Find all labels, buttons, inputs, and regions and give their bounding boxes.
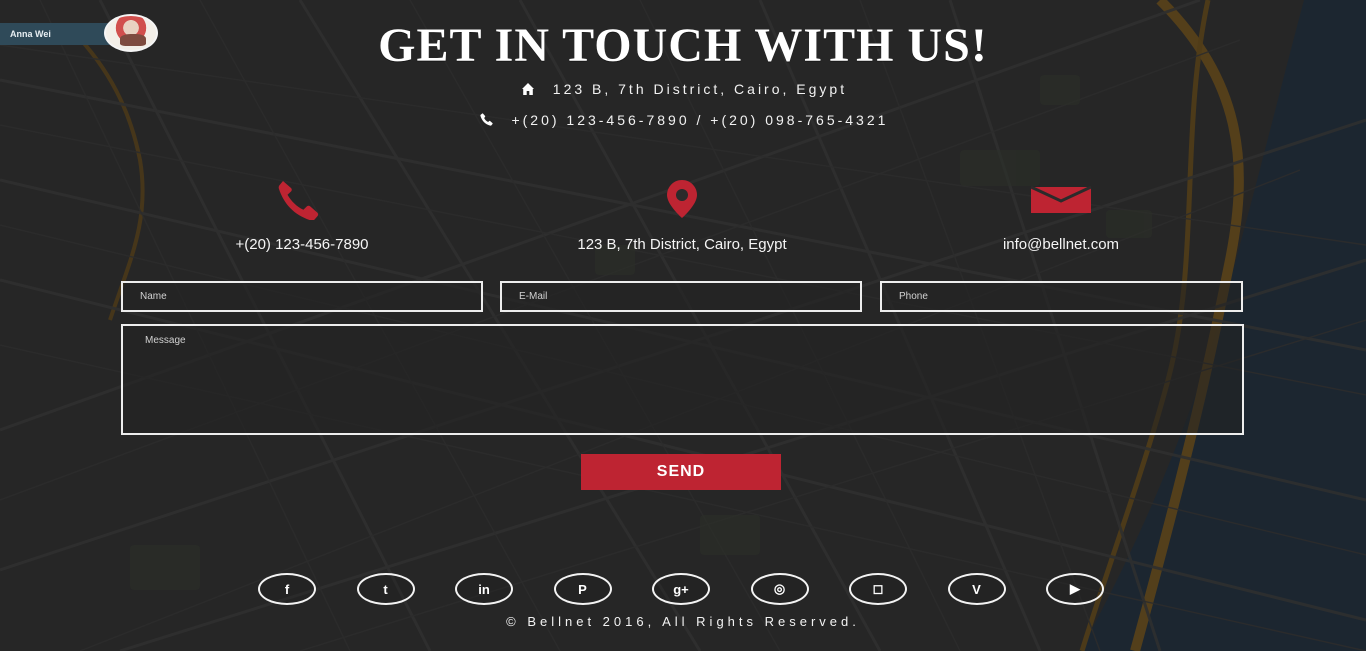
phone-icon bbox=[478, 112, 496, 130]
phone-field[interactable] bbox=[880, 281, 1243, 312]
contact-phone-card: +(20) 123-456-7890 bbox=[152, 178, 452, 253]
phone-icon bbox=[152, 178, 452, 220]
phone-numbers-text: +(20) 123-456-7890 / +(20) 098-765-4321 bbox=[511, 112, 889, 128]
contact-page: Anna Wei GET IN TOUCH WITH US! 123 B, 7t… bbox=[0, 0, 1366, 651]
google-plus-icon[interactable]: g+ bbox=[652, 573, 710, 605]
instagram-icon[interactable]: ◻ bbox=[849, 573, 907, 605]
contact-phone-text: +(20) 123-456-7890 bbox=[235, 236, 369, 253]
pinterest-icon[interactable]: P bbox=[553, 573, 612, 605]
footer-copyright: © Bellnet 2016, All Rights Reserved. bbox=[506, 614, 860, 629]
vimeo-icon[interactable]: V bbox=[947, 573, 1006, 605]
email-icon bbox=[911, 178, 1211, 220]
youtube-icon[interactable]: ▶ bbox=[1046, 573, 1104, 605]
address-text: 123 B, 7th District, Cairo, Egypt bbox=[552, 81, 848, 97]
contact-email-text: info@bellnet.com bbox=[1002, 236, 1120, 253]
facebook-icon[interactable]: f bbox=[258, 573, 316, 605]
address-line: 123 B, 7th District, Cairo, Egypt bbox=[0, 81, 1366, 99]
contact-location-text: 123 B, 7th District, Cairo, Egypt bbox=[577, 236, 787, 253]
dribbble-icon[interactable]: ◎ bbox=[750, 573, 809, 605]
contact-email-card: info@bellnet.com bbox=[911, 178, 1211, 253]
twitter-icon[interactable]: t bbox=[356, 573, 415, 605]
location-pin-icon bbox=[532, 178, 832, 220]
send-button[interactable]: SEND bbox=[581, 454, 781, 490]
home-icon bbox=[519, 82, 537, 99]
page-title: GET IN TOUCH WITH US! bbox=[378, 19, 988, 72]
email-field[interactable] bbox=[500, 281, 862, 312]
message-field[interactable] bbox=[121, 324, 1244, 435]
social-links: f t in P g+ ◎ ◻ V ▶ bbox=[258, 573, 1104, 605]
contact-location-card: 123 B, 7th District, Cairo, Egypt bbox=[532, 178, 832, 253]
name-field[interactable] bbox=[121, 281, 483, 312]
phone-line: +(20) 123-456-7890 / +(20) 098-765-4321 bbox=[0, 112, 1366, 130]
linkedin-icon[interactable]: in bbox=[455, 573, 513, 605]
